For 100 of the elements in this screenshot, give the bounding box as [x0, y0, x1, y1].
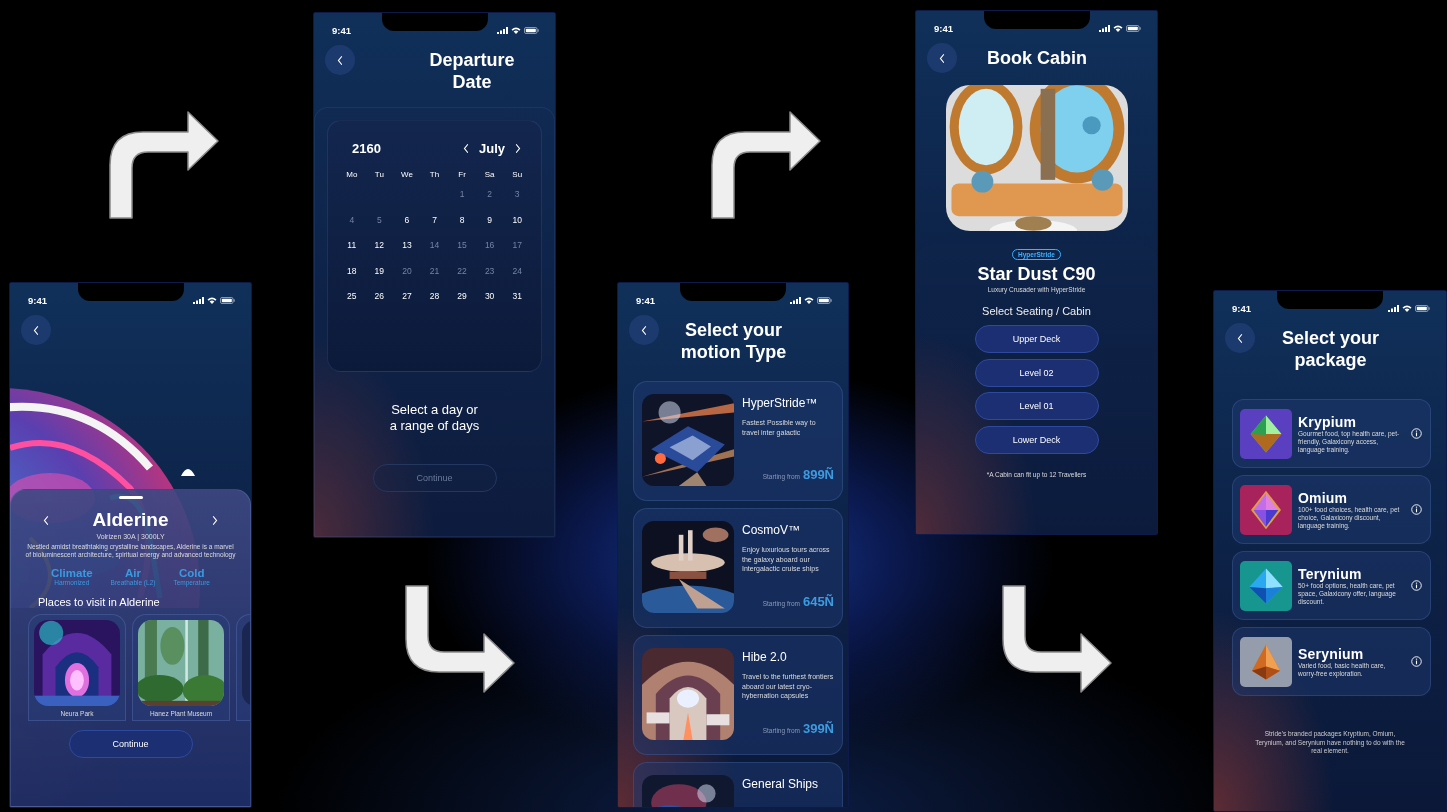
- back-icon: [939, 53, 945, 63]
- wifi-icon: [804, 296, 814, 304]
- continue-button[interactable]: Continue: [68, 730, 193, 758]
- calendar-day[interactable]: 31: [503, 290, 531, 316]
- section-title: Select Seating / Cabin: [982, 305, 1091, 317]
- calendar-day[interactable]: 12: [365, 239, 394, 265]
- weekday-label: Tu: [373, 170, 385, 181]
- curved-arrow-icon: [108, 110, 221, 221]
- curved-arrow-icon: [404, 584, 517, 695]
- calendar-day[interactable]: 17: [503, 239, 531, 265]
- signal-icon: [193, 296, 204, 304]
- calendar-day[interactable]: 13: [393, 239, 421, 265]
- calendar-day[interactable]: 28: [420, 290, 449, 316]
- weekday-label: We: [400, 170, 414, 181]
- calendar-day[interactable]: 14: [420, 239, 449, 265]
- weekday-label: Th: [428, 170, 441, 181]
- calendar-day[interactable]: 29: [448, 290, 476, 316]
- calendar-day[interactable]: 18: [338, 264, 366, 290]
- ship-card[interactable]: General Ships: [633, 762, 843, 807]
- battery-icon: [1415, 304, 1430, 312]
- ship-name: Star Dust C90: [977, 264, 1096, 285]
- wifi-icon: [1113, 24, 1123, 32]
- cabin-option-button[interactable]: Upper Deck: [974, 325, 1099, 353]
- calendar-day[interactable]: 8: [448, 213, 476, 239]
- package-name: Serynium: [1298, 645, 1365, 662]
- status-time: 9:41: [1232, 302, 1251, 314]
- month-label: July: [479, 141, 505, 156]
- info-icon[interactable]: [1411, 428, 1422, 439]
- battery-icon: [524, 26, 539, 34]
- calendar-day[interactable]: 19: [365, 264, 394, 290]
- ship-name: CosmoV™: [742, 523, 801, 537]
- screen-title: Select your package: [1280, 327, 1380, 371]
- calendar-day[interactable]: 11: [338, 239, 366, 265]
- status-time: 9:41: [332, 24, 351, 36]
- previous-icon[interactable]: [43, 515, 49, 525]
- next-icon[interactable]: [212, 515, 218, 525]
- ship-price: 645Ñ: [802, 594, 834, 609]
- calendar-day[interactable]: 2: [475, 188, 504, 214]
- signal-icon: [497, 26, 508, 34]
- calendar-day[interactable]: 26: [365, 290, 394, 316]
- calendar-day[interactable]: 21: [420, 264, 449, 290]
- screen-title: Departure Date: [428, 49, 516, 93]
- ship-name: HyperStride™: [742, 396, 819, 410]
- signal-icon: [1099, 24, 1110, 32]
- calendar-day[interactable]: 9: [475, 213, 504, 239]
- package-name: Terynium: [1298, 565, 1363, 582]
- info-icon[interactable]: [1411, 504, 1422, 515]
- calendar-day[interactable]: 23: [475, 264, 504, 290]
- section-title: Places to visit in Alderine: [38, 596, 160, 608]
- signal-icon: [1388, 304, 1399, 312]
- back-icon: [33, 325, 39, 335]
- wifi-icon: [1402, 304, 1412, 312]
- status-time: 9:41: [28, 294, 47, 306]
- calendar-day[interactable]: 20: [393, 264, 421, 290]
- info-icon[interactable]: [1411, 580, 1422, 591]
- cabin-option-button[interactable]: Lower Deck: [974, 425, 1099, 454]
- cabin-option-button[interactable]: Level 02: [974, 358, 1099, 387]
- cabin-option-button[interactable]: Level 01: [974, 392, 1099, 420]
- stat-value: Climate: [51, 567, 93, 579]
- status-time: 9:41: [636, 294, 655, 306]
- wifi-icon: [207, 296, 217, 304]
- ship-name: General Ships: [742, 777, 820, 791]
- back-icon: [337, 55, 343, 65]
- screen-title: Book Cabin: [986, 47, 1088, 69]
- calendar-day[interactable]: 5: [365, 213, 394, 239]
- next-month-icon[interactable]: [515, 144, 521, 153]
- drag-handle[interactable]: [118, 496, 143, 499]
- weekday-label: Mo: [345, 170, 359, 181]
- battery-icon: [1126, 24, 1141, 32]
- battery-icon: [817, 296, 832, 304]
- calendar-day[interactable]: 15: [448, 239, 476, 265]
- curved-arrow-icon: [710, 110, 823, 221]
- year-label: 2160: [352, 141, 382, 156]
- calendar-day[interactable]: 10: [503, 213, 531, 239]
- calendar-day[interactable]: 25: [338, 290, 366, 316]
- weekday-label: Sa: [483, 170, 496, 181]
- planet-name: Alderine: [92, 509, 169, 531]
- signal-icon: [790, 296, 801, 304]
- back-icon: [1237, 333, 1243, 343]
- stat-value: Cold: [178, 567, 205, 579]
- calendar-day[interactable]: 7: [420, 213, 449, 239]
- calendar-day[interactable]: 30: [475, 290, 504, 316]
- curved-arrow-icon: [1001, 584, 1114, 695]
- status-time: 9:41: [934, 22, 953, 34]
- calendar-day[interactable]: 22: [448, 264, 476, 290]
- battery-icon: [220, 296, 235, 304]
- calendar-day[interactable]: 1: [448, 188, 476, 214]
- calendar-day[interactable]: 16: [475, 239, 504, 265]
- calendar-day[interactable]: 24: [503, 264, 531, 290]
- calendar-day[interactable]: 27: [393, 290, 421, 316]
- wifi-icon: [511, 26, 521, 34]
- info-icon[interactable]: [1411, 656, 1422, 667]
- calendar-day[interactable]: 4: [338, 213, 366, 239]
- previous-month-icon[interactable]: [463, 144, 469, 153]
- ship-price: 899Ñ: [802, 467, 834, 482]
- calendar-day[interactable]: 3: [503, 188, 531, 214]
- ship-name: Hibe 2.0: [742, 650, 788, 664]
- prompt-text: Select a day or a range of days: [388, 402, 481, 434]
- calendar-day[interactable]: 6: [393, 213, 421, 239]
- weekday-label: Su: [511, 170, 524, 181]
